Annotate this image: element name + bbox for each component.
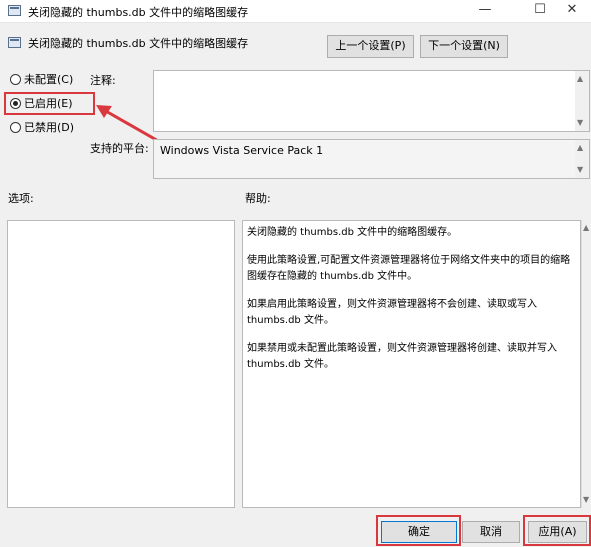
- next-setting-button[interactable]: 下一个设置(N): [420, 35, 508, 58]
- title-bar: 关闭隐藏的 thumbs.db 文件中的缩略图缓存 — ☐ ✕: [0, 0, 591, 23]
- close-button[interactable]: ✕: [557, 0, 587, 22]
- comment-scrollbar[interactable]: ▲ ▼: [575, 71, 589, 131]
- scroll-up-icon[interactable]: ▲: [583, 224, 589, 232]
- previous-setting-button[interactable]: 上一个设置(P): [327, 35, 414, 58]
- ok-highlight-box: [376, 515, 461, 546]
- radio-disabled-button[interactable]: [10, 122, 21, 133]
- scroll-down-icon[interactable]: ▼: [577, 166, 583, 174]
- platform-value: Windows Vista Service Pack 1: [160, 144, 324, 157]
- comment-label: 注释:: [90, 74, 116, 87]
- platform-field: Windows Vista Service Pack 1 ▲ ▼: [153, 139, 590, 179]
- help-panel: 关闭隐藏的 thumbs.db 文件中的缩略图缓存。 使用此策略设置,可配置文件…: [242, 220, 581, 508]
- apply-highlight-box: [523, 515, 591, 546]
- platform-label: 支持的平台:: [90, 142, 149, 155]
- options-label: 选项:: [8, 192, 34, 205]
- scroll-down-icon[interactable]: ▼: [577, 119, 583, 127]
- scroll-up-icon[interactable]: ▲: [577, 75, 583, 83]
- radio-disabled-label: 已禁用(D): [24, 121, 75, 134]
- scroll-down-icon[interactable]: ▼: [583, 496, 589, 504]
- minimize-button[interactable]: —: [470, 0, 500, 22]
- options-panel: [7, 220, 235, 508]
- policy-title: 关闭隐藏的 thumbs.db 文件中的缩略图缓存: [28, 37, 249, 50]
- enabled-highlight-box: [4, 92, 95, 115]
- radio-not-configured[interactable]: 未配置(C): [10, 72, 73, 88]
- help-paragraph: 如果启用此策略设置，则文件资源管理器将不会创建、读取或写入 thumbs.db …: [247, 299, 537, 326]
- platform-scrollbar[interactable]: ▲ ▼: [575, 140, 589, 178]
- help-paragraph: 关闭隐藏的 thumbs.db 文件中的缩略图缓存。: [247, 227, 458, 238]
- help-scrollbar[interactable]: ▲ ▼: [581, 220, 591, 508]
- window-title: 关闭隐藏的 thumbs.db 文件中的缩略图缓存: [28, 6, 249, 19]
- comment-input[interactable]: ▲ ▼: [153, 70, 590, 132]
- radio-not-configured-button[interactable]: [10, 74, 21, 85]
- policy-icon: [8, 37, 21, 48]
- policy-icon: [8, 5, 21, 16]
- radio-disabled[interactable]: 已禁用(D): [10, 120, 74, 136]
- cancel-button[interactable]: 取消: [462, 521, 520, 543]
- maximize-button[interactable]: ☐: [525, 0, 555, 22]
- help-paragraph: 使用此策略设置,可配置文件资源管理器将位于网络文件夹中的项目的缩略图缓存在隐藏的…: [247, 255, 571, 282]
- help-paragraph: 如果禁用或未配置此策略设置，则文件资源管理器将创建、读取并写入 thumbs.d…: [247, 343, 557, 370]
- radio-not-configured-label: 未配置(C): [24, 73, 74, 86]
- scroll-up-icon[interactable]: ▲: [577, 144, 583, 152]
- help-label: 帮助:: [245, 192, 271, 205]
